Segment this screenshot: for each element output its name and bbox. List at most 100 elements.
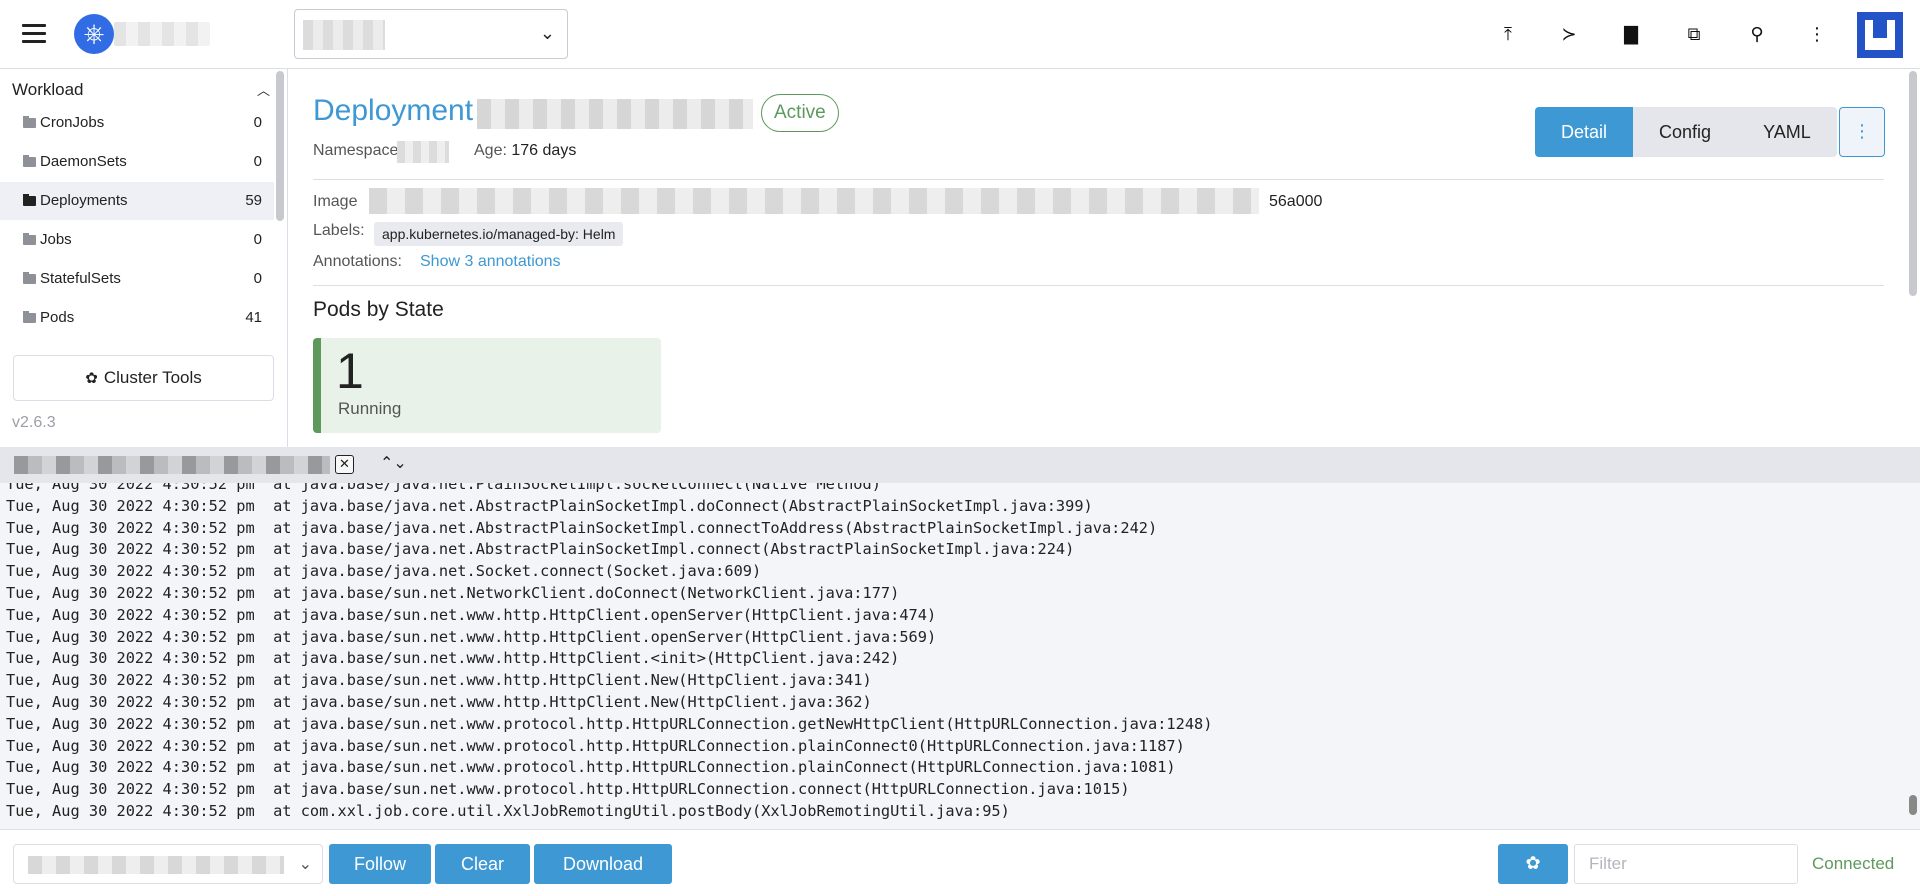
container-select-value-redacted: [28, 856, 284, 874]
copy-icon[interactable]: ⧉: [1680, 20, 1708, 48]
age-meta: Age: 176 days: [474, 142, 576, 160]
log-message: at java.base/sun.net.www.protocol.http.H…: [273, 736, 1185, 755]
file-icon[interactable]: ▇: [1617, 20, 1645, 48]
show-annotations-link[interactable]: Show 3 annotations: [420, 253, 561, 271]
log-scrollbar[interactable]: [1909, 795, 1917, 815]
annotations-label: Annotations:: [313, 253, 402, 270]
log-message: at java.base/java.net.AbstractPlainSocke…: [273, 540, 1075, 559]
pod-state-card: 1 Running: [313, 338, 661, 433]
log-window-tabbar: ✕ ⌃⌄: [0, 447, 1920, 483]
user-avatar[interactable]: [1857, 12, 1903, 58]
sidebar-item-count: 0: [253, 270, 262, 287]
log-message: at java.base/sun.net.www.http.HttpClient…: [273, 627, 937, 646]
clear-button[interactable]: Clear: [435, 844, 530, 884]
sidebar-item-count: 0: [253, 153, 262, 170]
log-timestamp: Tue, Aug 30 2022 4:30:52 pm: [6, 583, 255, 602]
deployment-name-redacted: [477, 99, 753, 129]
log-tab-title-redacted[interactable]: [14, 456, 330, 474]
log-message: at java.base/sun.net.www.http.HttpClient…: [273, 605, 937, 624]
sidebar-item-count: 59: [245, 192, 262, 209]
deployment-detail: Deployment Active Namespace Age: 176 day…: [289, 69, 1920, 447]
log-line: Tue, Aug 30 2022 4:30:52 pm at java.base…: [6, 627, 1212, 649]
log-line: Tue, Aug 30 2022 4:30:52 pm at java.base…: [6, 779, 1212, 801]
log-message: at java.base/sun.net.www.http.HttpClient…: [273, 671, 872, 690]
main-scrollbar[interactable]: [1909, 71, 1917, 296]
log-line: Tue, Aug 30 2022 4:30:52 pm at java.base…: [6, 539, 1212, 561]
log-message: at java.base/java.net.Socket.connect(Soc…: [273, 562, 762, 581]
chevron-up-icon[interactable]: ︿: [257, 80, 270, 99]
log-timestamp: Tue, Aug 30 2022 4:30:52 pm: [6, 780, 255, 799]
kebab-icon[interactable]: ⋮: [1839, 107, 1885, 157]
age-value: 176 days: [511, 142, 577, 159]
kubernetes-helm-icon[interactable]: ⎈: [74, 14, 114, 54]
log-message: at java.base/sun.net.www.http.HttpClient…: [273, 649, 900, 668]
log-lines: Tue, Aug 30 2022 4:30:52 pm at java.base…: [6, 483, 1212, 823]
log-line: Tue, Aug 30 2022 4:30:52 pm at java.base…: [6, 583, 1212, 605]
log-line: Tue, Aug 30 2022 4:30:52 pm at java.base…: [6, 605, 1212, 627]
hamburger-icon[interactable]: [22, 24, 46, 44]
filter-input[interactable]: [1574, 844, 1798, 884]
sidebar: Workload ︿ CronJobs 0 DaemonSets 0 Deploymen…: [0, 69, 288, 447]
log-line: Tue, Aug 30 2022 4:30:52 pm at java.base…: [6, 670, 1212, 692]
connection-status: Connected: [1812, 854, 1895, 873]
sidebar-item-count: 0: [253, 231, 262, 248]
sidebar-item-cronjobs[interactable]: CronJobs 0: [0, 104, 274, 142]
tab-config[interactable]: Config: [1633, 107, 1738, 157]
download-button[interactable]: Download: [534, 844, 672, 884]
log-footer: ⌄ Follow Clear Download ✿ Connected: [0, 829, 1920, 892]
log-message: at java.base/java.net.AbstractPlainSocke…: [273, 496, 1093, 515]
image-label: Image: [313, 193, 358, 210]
folder-icon: [23, 116, 36, 128]
folder-icon: [23, 272, 36, 284]
log-message: at com.xxl.job.core.util.XxlJobRemotingU…: [273, 801, 1010, 820]
log-timestamp: Tue, Aug 30 2022 4:30:52 pm: [6, 627, 255, 646]
divider: [313, 179, 1884, 180]
tab-yaml[interactable]: YAML: [1737, 107, 1837, 157]
sidebar-item-pods[interactable]: Pods 41: [0, 299, 274, 337]
kebab-icon[interactable]: ⋮: [1803, 20, 1831, 48]
log-message: at java.base/sun.net.NetworkClient.doCon…: [273, 583, 900, 602]
sidebar-group-workload[interactable]: Workload ︿: [12, 80, 270, 100]
top-header: ⎈ ⌄ ⤒ ≻ ▇ ⧉ ⚲ ⋮: [0, 0, 1920, 69]
namespace-value-redacted[interactable]: [397, 141, 449, 163]
age-label: Age:: [474, 142, 507, 159]
log-output[interactable]: Tue, Aug 30 2022 4:30:52 pm at java.base…: [0, 483, 1920, 829]
gear-icon[interactable]: ✿: [1498, 844, 1568, 884]
log-timestamp: Tue, Aug 30 2022 4:30:52 pm: [6, 483, 255, 493]
namespace-label: Namespace: [313, 142, 399, 159]
close-icon[interactable]: ✕: [335, 455, 354, 474]
sidebar-item-daemonsets[interactable]: DaemonSets 0: [0, 143, 274, 181]
sidebar-item-jobs[interactable]: Jobs 0: [0, 221, 274, 259]
log-line: Tue, Aug 30 2022 4:30:52 pm at java.base…: [6, 496, 1212, 518]
cluster-tools-button[interactable]: ✿ Cluster Tools: [13, 355, 274, 401]
namespace-select[interactable]: ⌄: [294, 9, 568, 59]
sidebar-item-statefulsets[interactable]: StatefulSets 0: [0, 260, 274, 298]
log-line: Tue, Aug 30 2022 4:30:52 pm at com.xxl.j…: [6, 801, 1212, 823]
folder-icon: [23, 155, 36, 167]
search-icon[interactable]: ⚲: [1743, 20, 1771, 48]
container-select[interactable]: ⌄: [13, 844, 323, 884]
terminal-icon[interactable]: ≻: [1555, 20, 1583, 48]
upload-icon[interactable]: ⤒: [1494, 20, 1522, 48]
log-line: Tue, Aug 30 2022 4:30:52 pm at java.base…: [6, 561, 1212, 583]
gear-icon: ✿: [85, 369, 98, 387]
sidebar-scrollbar[interactable]: [276, 71, 284, 221]
divider: [313, 285, 1884, 286]
chevron-down-icon: ⌄: [298, 854, 312, 873]
log-line: Tue, Aug 30 2022 4:30:52 pm at java.base…: [6, 518, 1212, 540]
log-timestamp: Tue, Aug 30 2022 4:30:52 pm: [6, 605, 255, 624]
sidebar-item-deployments[interactable]: Deployments 59: [0, 182, 274, 220]
cluster-name-redacted[interactable]: [114, 22, 210, 46]
log-timestamp: Tue, Aug 30 2022 4:30:52 pm: [6, 758, 255, 777]
expand-collapse-icon[interactable]: ⌃⌄: [380, 453, 407, 472]
folder-icon: [23, 194, 36, 206]
image-value-suffix: 56a000: [1269, 193, 1323, 210]
log-timestamp: Tue, Aug 30 2022 4:30:52 pm: [6, 714, 255, 733]
log-timestamp: Tue, Aug 30 2022 4:30:52 pm: [6, 496, 255, 515]
log-timestamp: Tue, Aug 30 2022 4:30:52 pm: [6, 562, 255, 581]
follow-button[interactable]: Follow: [329, 844, 431, 884]
cluster-tools-label: Cluster Tools: [103, 368, 202, 387]
sidebar-item-label: StatefulSets: [40, 270, 121, 287]
version-label: v2.6.3: [12, 414, 56, 431]
tab-detail[interactable]: Detail: [1535, 107, 1634, 157]
